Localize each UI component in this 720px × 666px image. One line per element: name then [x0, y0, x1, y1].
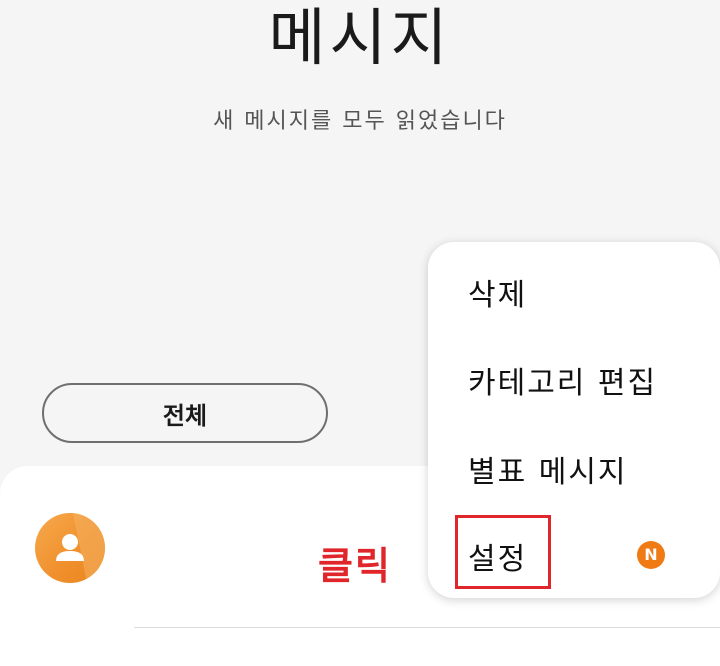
- contact-avatar[interactable]: [35, 513, 105, 583]
- settings-highlight-box: [455, 515, 551, 589]
- page-subtitle: 새 메시지를 모두 읽었습니다: [213, 109, 507, 134]
- page-title: 메시지: [268, 1, 452, 74]
- list-divider: [134, 627, 720, 628]
- person-icon: [56, 513, 105, 583]
- menu-item-edit-categories[interactable]: 카테고리 편집: [468, 358, 657, 402]
- new-badge: N: [637, 541, 665, 569]
- menu-item-delete[interactable]: 삭제: [468, 270, 527, 314]
- click-annotation: 클릭: [318, 544, 392, 588]
- filter-all-button[interactable]: 전체: [42, 383, 328, 443]
- menu-item-starred-messages[interactable]: 별표 메시지: [468, 447, 628, 491]
- filter-all-label: 전체: [162, 401, 208, 430]
